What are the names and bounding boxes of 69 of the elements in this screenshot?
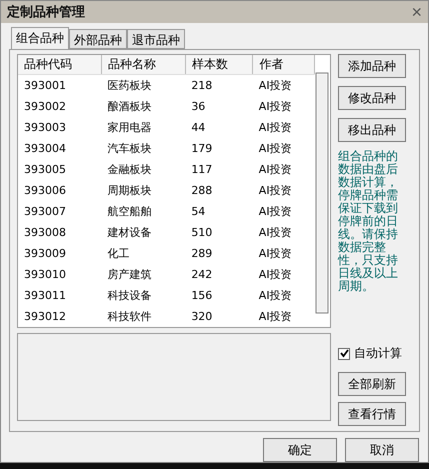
table-cell-text: 周期板块 bbox=[106, 182, 152, 198]
table-cell-text: AI投资 bbox=[258, 308, 293, 324]
table-cell-text: 117 bbox=[190, 162, 214, 178]
table-cell-text: 54 bbox=[190, 204, 206, 220]
table-cell-text: AI投资 bbox=[258, 98, 293, 114]
tab[interactable]: 退市品种 bbox=[127, 29, 185, 49]
table-cell-text: 393006 bbox=[23, 182, 67, 198]
action-button[interactable]: 修改品种 bbox=[338, 86, 406, 110]
table-cell-text: 36 bbox=[190, 98, 206, 114]
table-cell-text: 393007 bbox=[23, 204, 67, 220]
table-cell-text: AI投资 bbox=[258, 288, 293, 304]
table-cell-text: AI投资 bbox=[258, 266, 293, 282]
table-cell-text: 科技软件 bbox=[106, 308, 152, 324]
table-cell-text: 科技设备 bbox=[106, 288, 152, 304]
column-header[interactable]: 样本数 bbox=[185, 55, 253, 74]
table-cell-text: 242 bbox=[190, 266, 214, 282]
table-cell-text: 179 bbox=[190, 140, 214, 156]
table-cell-text: 44 bbox=[190, 120, 206, 136]
table-cell-text: AI投资 bbox=[258, 182, 293, 198]
table-cell-text: 汽车板块 bbox=[106, 140, 152, 156]
table-cell-text: 289 bbox=[190, 246, 214, 262]
table-cell-text: 393009 bbox=[23, 246, 67, 262]
table-cell-text: 393004 bbox=[23, 140, 67, 156]
checkbox[interactable] bbox=[338, 348, 350, 360]
action-button[interactable]: 查看行情 bbox=[338, 402, 406, 426]
table-cell-text: 酿酒板块 bbox=[106, 98, 152, 114]
table-cell-text: 393005 bbox=[23, 162, 67, 178]
table-cell-text: AI投资 bbox=[258, 140, 293, 156]
check-icon bbox=[340, 349, 348, 358]
action-button[interactable]: 移出品种 bbox=[338, 118, 406, 142]
close-button[interactable]: × bbox=[411, 3, 422, 21]
dialog-button[interactable]: 确定 bbox=[263, 438, 337, 462]
action-button[interactable]: 添加品种 bbox=[338, 54, 406, 78]
table-cell-text: AI投资 bbox=[258, 204, 293, 220]
table-cell-text: 393010 bbox=[23, 266, 67, 282]
table-cell-text: 金融板块 bbox=[106, 162, 152, 178]
dialog-button[interactable]: 取消 bbox=[345, 438, 419, 462]
tab[interactable]: 组合品种 bbox=[11, 27, 69, 49]
table-cell-text: 156 bbox=[190, 288, 214, 304]
table-cell-text: 288 bbox=[190, 182, 214, 198]
table-cell-text: 建材设备 bbox=[106, 224, 152, 240]
table-cell-text: 393003 bbox=[23, 120, 67, 136]
table-cell-text: 房产建筑 bbox=[106, 266, 152, 282]
table-cell-text: AI投资 bbox=[258, 246, 293, 262]
table-cell: 218 bbox=[185, 74, 253, 96]
table-cell: 393001 bbox=[18, 74, 102, 96]
table-cell-text: 393008 bbox=[23, 224, 67, 240]
column-header[interactable]: 作者 bbox=[252, 55, 314, 74]
table-cell-text: 化工 bbox=[106, 246, 130, 262]
table-cell-text: 393012 bbox=[23, 308, 67, 324]
checkbox-label: 自动计算 bbox=[354, 345, 402, 362]
action-button[interactable]: 全部刷新 bbox=[338, 372, 406, 396]
table-cell-text: AI投资 bbox=[258, 120, 293, 136]
table-cell-text: 航空船舶 bbox=[106, 204, 152, 220]
window-title: 定制品种管理 bbox=[7, 4, 85, 21]
table-cell-text: AI投资 bbox=[258, 224, 293, 240]
table-cell: AI投资 bbox=[252, 74, 314, 96]
column-header[interactable]: 品种代码 bbox=[18, 55, 102, 74]
note-text: 组合品种的数据由盘后数据计算，停牌品种需保证下载到停牌前的日线。请保持数据完整性，只支持日线及以上周期。 bbox=[338, 150, 399, 293]
table-cell-text: 510 bbox=[190, 224, 214, 240]
table-cell-text: 家用电器 bbox=[106, 120, 152, 136]
table-cell-text: AI投资 bbox=[258, 162, 293, 178]
auto-calc-checkbox[interactable]: 自动计算 bbox=[338, 345, 412, 362]
table-cell: 医药板块 bbox=[101, 74, 186, 96]
table-cell-text: 320 bbox=[190, 308, 214, 324]
tab[interactable]: 外部品种 bbox=[69, 29, 127, 49]
table-cell-text: 393002 bbox=[23, 98, 67, 114]
column-header[interactable]: 品种名称 bbox=[101, 55, 186, 74]
table-cell-text: 393011 bbox=[23, 288, 67, 304]
